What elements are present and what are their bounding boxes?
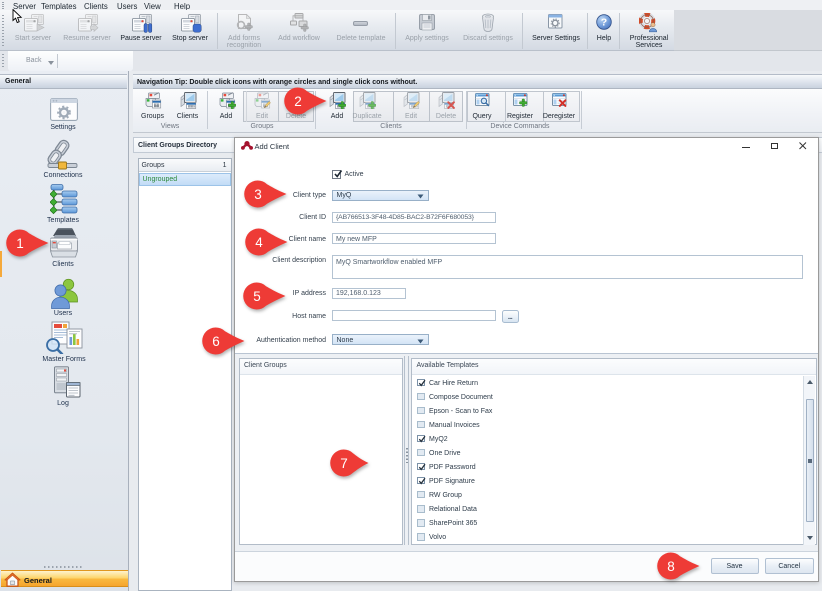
svg-text:6: 6 bbox=[212, 334, 220, 349]
svg-text:1: 1 bbox=[16, 235, 24, 250]
svg-text:8: 8 bbox=[667, 559, 675, 574]
svg-text:3: 3 bbox=[254, 187, 262, 202]
svg-text:?: ? bbox=[601, 17, 607, 29]
svg-text:5: 5 bbox=[253, 288, 261, 303]
svg-text:7: 7 bbox=[340, 456, 348, 471]
svg-text:4: 4 bbox=[255, 234, 263, 249]
svg-text:2: 2 bbox=[294, 93, 302, 108]
